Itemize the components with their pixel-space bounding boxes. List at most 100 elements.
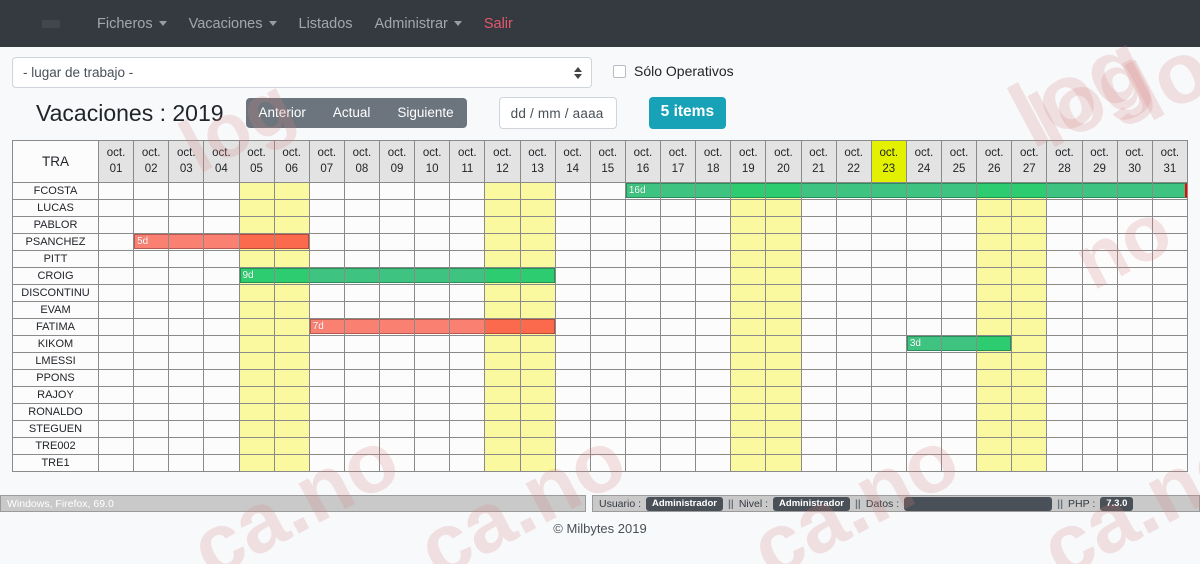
cell-FATIMA-13[interactable] [519, 318, 556, 336]
cell-PSANCHEZ-03[interactable] [168, 233, 205, 251]
cell-FCOSTA-17[interactable] [659, 182, 697, 200]
cell-CROIG-30[interactable] [1116, 267, 1153, 285]
cell-EVAM-28[interactable] [1046, 301, 1083, 319]
cell-FCOSTA-02[interactable] [133, 182, 170, 200]
cell-DISCONTINU-26[interactable] [976, 284, 1013, 302]
cell-PPONS-05[interactable] [238, 369, 275, 387]
cell-TRE1-24[interactable] [905, 454, 943, 472]
cell-RONALDO-20[interactable] [765, 403, 802, 421]
cell-LMESSI-22[interactable] [835, 352, 872, 370]
cell-RONALDO-16[interactable] [624, 403, 662, 421]
cell-EVAM-22[interactable] [835, 301, 872, 319]
cell-PPONS-20[interactable] [765, 369, 802, 387]
cell-RONALDO-14[interactable] [554, 403, 591, 421]
cell-KIKOM-06[interactable] [273, 335, 310, 353]
cell-DISCONTINU-30[interactable] [1116, 284, 1153, 302]
cell-RAJOY-21[interactable] [800, 386, 837, 404]
vacation-bar-segment[interactable] [450, 268, 485, 283]
cell-FATIMA-25[interactable] [940, 318, 978, 336]
cell-PITT-17[interactable] [659, 250, 697, 268]
cell-STEGUEN-08[interactable] [343, 420, 381, 438]
cell-CROIG-05[interactable]: 9d [238, 267, 275, 285]
cell-RAJOY-26[interactable] [976, 386, 1013, 404]
header-day-31[interactable]: oct. 31 [1151, 140, 1189, 183]
header-day-16[interactable]: oct. 16 [624, 140, 662, 183]
cell-RONALDO-27[interactable] [1011, 403, 1048, 421]
cell-PPONS-22[interactable] [835, 369, 872, 387]
vacation-bar-segment[interactable] [485, 319, 520, 334]
cell-KIKOM-10[interactable] [414, 335, 451, 353]
cell-RAJOY-22[interactable] [835, 386, 872, 404]
cell-CROIG-07[interactable] [308, 267, 345, 285]
cell-FCOSTA-11[interactable] [449, 182, 486, 200]
vacation-bar-segment[interactable] [485, 268, 520, 283]
cell-LMESSI-05[interactable] [238, 352, 275, 370]
cell-FATIMA-30[interactable] [1116, 318, 1153, 336]
cell-RONALDO-15[interactable] [589, 403, 626, 421]
cell-STEGUEN-16[interactable] [624, 420, 662, 438]
vacation-bar-segment[interactable] [661, 183, 696, 198]
cell-LMESSI-15[interactable] [589, 352, 626, 370]
cell-LUCAS-04[interactable] [203, 199, 240, 217]
cell-STEGUEN-04[interactable] [203, 420, 240, 438]
employee-name-cell[interactable]: LUCAS [12, 199, 99, 217]
cell-PSANCHEZ-08[interactable] [343, 233, 381, 251]
cell-FCOSTA-18[interactable] [695, 182, 732, 200]
cell-TRE002-14[interactable] [554, 437, 591, 455]
cell-TRE1-08[interactable] [343, 454, 381, 472]
cell-TRE002-03[interactable] [168, 437, 205, 455]
vacation-bar-segment[interactable] [801, 183, 836, 198]
cell-CROIG-21[interactable] [800, 267, 837, 285]
cell-RAJOY-18[interactable] [695, 386, 732, 404]
header-day-11[interactable]: oct. 11 [449, 140, 486, 183]
cell-KIKOM-24[interactable]: 3d [905, 335, 943, 353]
header-day-08[interactable]: oct. 08 [343, 140, 381, 183]
vacation-bar-segment[interactable] [1047, 183, 1082, 198]
vacation-bar-segment[interactable] [380, 268, 415, 283]
cell-TRE002-23[interactable] [870, 437, 907, 455]
cell-PABLOR-22[interactable] [835, 216, 872, 234]
cell-EVAM-17[interactable] [659, 301, 697, 319]
cell-PSANCHEZ-05[interactable] [238, 233, 275, 251]
cell-LMESSI-11[interactable] [449, 352, 486, 370]
vacation-bar-segment[interactable] [1117, 183, 1152, 198]
cell-RONALDO-12[interactable] [484, 403, 521, 421]
cell-LMESSI-09[interactable] [378, 352, 416, 370]
cell-RONALDO-19[interactable] [730, 403, 767, 421]
cell-STEGUEN-18[interactable] [695, 420, 732, 438]
cell-RAJOY-16[interactable] [624, 386, 662, 404]
cell-PSANCHEZ-21[interactable] [800, 233, 837, 251]
cell-PABLOR-25[interactable] [940, 216, 978, 234]
cell-STEGUEN-07[interactable] [308, 420, 345, 438]
header-day-04[interactable]: oct. 04 [203, 140, 240, 183]
cell-KIKOM-21[interactable] [800, 335, 837, 353]
cell-PABLOR-31[interactable] [1151, 216, 1189, 234]
cell-RAJOY-04[interactable] [203, 386, 240, 404]
cell-LUCAS-31[interactable] [1151, 199, 1189, 217]
cell-KIKOM-15[interactable] [589, 335, 626, 353]
cell-STEGUEN-22[interactable] [835, 420, 872, 438]
cell-TRE1-14[interactable] [554, 454, 591, 472]
cell-DISCONTINU-24[interactable] [905, 284, 943, 302]
cell-DISCONTINU-01[interactable] [97, 284, 135, 302]
cell-PABLOR-15[interactable] [589, 216, 626, 234]
employee-name-cell[interactable]: FATIMA [12, 318, 99, 336]
cell-CROIG-23[interactable] [870, 267, 907, 285]
cell-EVAM-11[interactable] [449, 301, 486, 319]
employee-name-cell[interactable]: DISCONTINU [12, 284, 99, 302]
cell-PPONS-25[interactable] [940, 369, 978, 387]
cell-PABLOR-20[interactable] [765, 216, 802, 234]
employee-name-cell[interactable]: PITT [12, 250, 99, 268]
cell-LMESSI-31[interactable] [1151, 352, 1189, 370]
cell-DISCONTINU-10[interactable] [414, 284, 451, 302]
cell-FATIMA-27[interactable] [1011, 318, 1048, 336]
cell-FATIMA-06[interactable] [273, 318, 310, 336]
cell-FCOSTA-25[interactable] [940, 182, 978, 200]
cell-TRE1-26[interactable] [976, 454, 1013, 472]
cell-RAJOY-27[interactable] [1011, 386, 1048, 404]
cell-PITT-30[interactable] [1116, 250, 1153, 268]
cell-PPONS-24[interactable] [905, 369, 943, 387]
cell-KIKOM-03[interactable] [168, 335, 205, 353]
cell-PSANCHEZ-01[interactable] [97, 233, 135, 251]
cell-PITT-29[interactable] [1081, 250, 1118, 268]
